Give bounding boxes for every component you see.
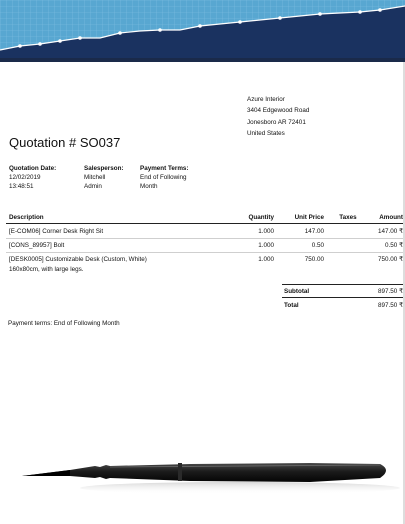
- subtotal-rule: [282, 284, 403, 285]
- pen-illustration: [22, 463, 400, 494]
- col-taxes: Taxes: [339, 214, 357, 221]
- quotation-time-value: 13:48:51: [9, 183, 34, 190]
- row-quantity: 1.000: [258, 242, 274, 249]
- row-divider: [6, 252, 403, 253]
- subtotal-value: 897.50 ₹: [377, 288, 403, 295]
- row-quantity: 1.000: [258, 256, 274, 263]
- total-label: Total: [284, 302, 299, 309]
- row-amount: 147.00 ₹: [377, 228, 403, 235]
- payment-terms-note: Payment terms: End of Following Month: [8, 320, 120, 327]
- customer-address: Azure Interior 3404 Edgewood Road Jonesb…: [247, 94, 309, 139]
- salesperson-value: Mitchell: [84, 174, 106, 181]
- table-header-rule: [6, 223, 403, 224]
- row-description: [CONS_89957] Bolt: [9, 242, 65, 249]
- row-amount: 750.00 ₹: [377, 256, 403, 263]
- row-description: [DESK0005] Customizable Desk (Custom, Wh…: [9, 256, 147, 263]
- total-rule: [282, 297, 403, 298]
- header-banner: [0, 0, 405, 62]
- address-line: 3404 Edgewood Road: [247, 107, 310, 115]
- payment-terms-value: End of Following: [140, 174, 187, 181]
- salesperson-label: Salesperson:: [84, 165, 124, 172]
- row-unit-price: 0.50: [311, 242, 324, 249]
- quotation-date-label: Quotation Date:: [9, 165, 57, 172]
- row-quantity: 1.000: [258, 228, 274, 235]
- row-unit-price: 750.00: [304, 256, 324, 263]
- total-value: 897.50 ₹: [377, 302, 403, 309]
- row-divider: [6, 238, 403, 239]
- quotation-date-value: 12/02/2019: [9, 174, 41, 181]
- subtotal-label: Subtotal: [284, 288, 310, 295]
- payment-terms-label: Payment Terms:: [140, 165, 189, 172]
- col-quantity: Quantity: [248, 214, 274, 221]
- quotation-title: Quotation # SO037: [9, 135, 121, 150]
- address-line: United States: [247, 129, 285, 137]
- col-amount: Amount: [379, 214, 403, 221]
- address-line: Jonesboro AR 72401: [247, 118, 306, 126]
- row-amount: 0.50 ₹: [384, 242, 403, 249]
- salesperson-value-2: Admin: [84, 183, 102, 190]
- row-unit-price: 147.00: [304, 228, 324, 235]
- address-line: Azure Interior: [247, 96, 285, 103]
- row-description-2: 160x80cm, with large legs.: [9, 266, 84, 273]
- col-unit-price: Unit Price: [294, 214, 324, 221]
- row-description: [E-COM06] Corner Desk Right Sit: [9, 228, 104, 235]
- col-description: Description: [9, 214, 44, 221]
- payment-terms-value-2: Month: [140, 183, 158, 190]
